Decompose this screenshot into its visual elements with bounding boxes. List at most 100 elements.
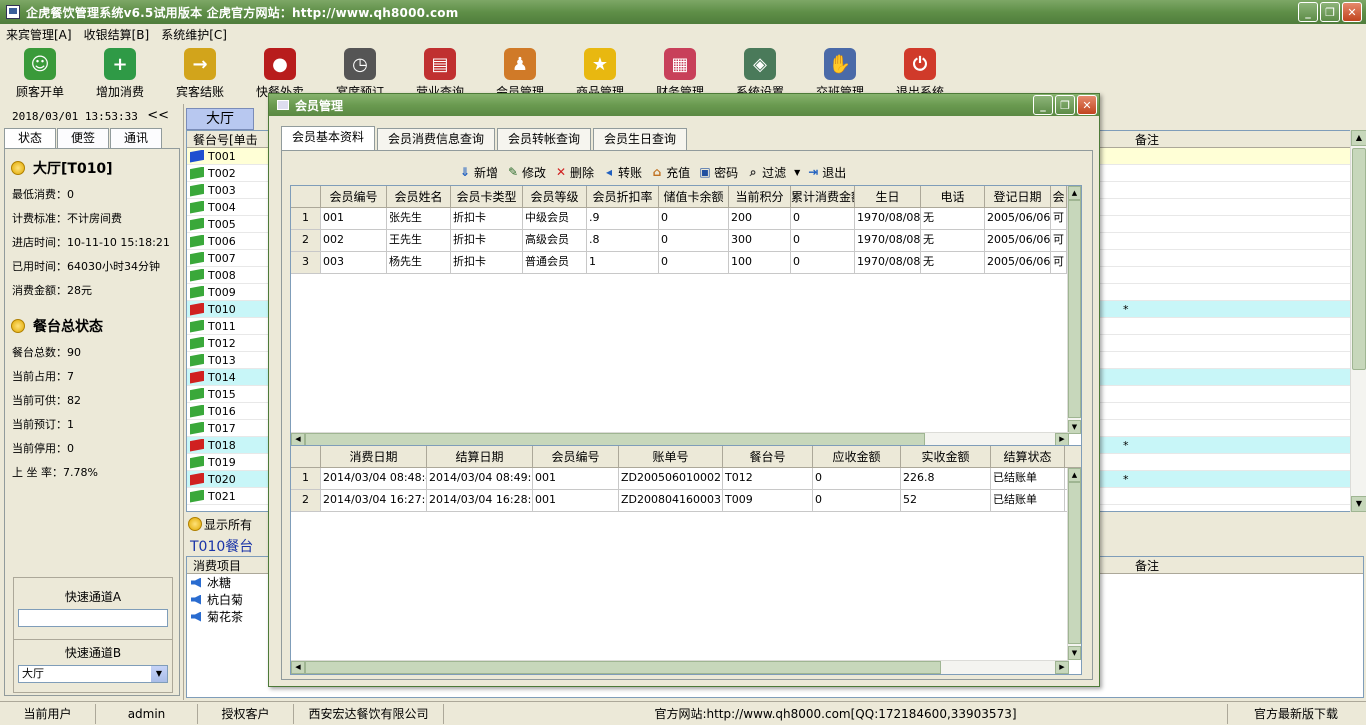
consume-vscroll[interactable]: ▲ ▼ [1067,468,1081,660]
toolbar-button-2[interactable]: → 宾客结账 [160,44,240,100]
dialog-maximize-button[interactable]: ❐ [1055,95,1075,115]
column-header[interactable]: 累计消费金额 [791,186,855,207]
minimize-button[interactable]: _ [1298,2,1318,22]
action-button-6[interactable]: ⌕ 过滤 [746,164,786,181]
dialog-title-bar[interactable]: 会员管理 _ ❐ ✕ [269,94,1099,116]
menu-cashier[interactable]: 收银结算[B] [78,26,156,43]
member-row[interactable]: 1 001 张先生 折扣卡 中级会员 .9 0 200 0 1970/08/08 无 2005/06/… [291,208,1081,230]
col-note2[interactable]: 备注 [1133,557,1159,574]
consume-row[interactable]: 22014/03/04 16:27:392014/03/04 16:28:390… [291,490,1081,512]
quick-b-select[interactable]: 大厅 ▼ [18,665,168,683]
column-header[interactable]: 储值卡余额 [659,186,729,207]
column-header[interactable]: 会 [1051,186,1067,207]
status-client: 西安宏达餐饮有限公司 [294,703,444,724]
col-table-number[interactable]: 餐台号[单击 [187,131,277,147]
column-header[interactable]: 账单号 [619,446,723,467]
show-all-button[interactable]: 显示所有 [188,516,252,533]
action-button-1[interactable]: ✎ 修改 [506,164,546,181]
scroll-thumb[interactable] [305,661,941,674]
column-header[interactable]: 会员卡类型 [451,186,523,207]
action-button-7[interactable]: ⇥ 退出 [806,164,846,181]
chevron-down-icon[interactable]: ▼ [151,666,167,682]
download-link[interactable]: 官方最新版下载 [1228,704,1364,724]
scroll-down-icon[interactable]: ▼ [1068,646,1081,660]
toolbar-button-1[interactable]: + 增加消费 [80,44,160,100]
tab-status[interactable]: 状态 [4,128,56,148]
column-header[interactable]: 消费日期 [321,446,427,467]
tab-member-transfer[interactable]: 会员转帐查询 [497,128,592,150]
table-code: T005 [208,217,236,231]
action-button-0[interactable]: ⇓ 新增 [458,164,498,181]
dialog-close-button[interactable]: ✕ [1077,95,1097,115]
member-row[interactable]: 2 002 王先生 折扣卡 高级会员 .8 0 300 0 1970/08/08 无 2005/06/… [291,230,1081,252]
col-note[interactable]: 备注 [1133,131,1159,148]
action-button-3[interactable]: ◂ 转账 [602,164,642,181]
scroll-thumb[interactable] [1068,200,1081,418]
toolbar-button-11[interactable]: ⏻ 退出系统 [880,44,960,100]
consume-hscroll[interactable]: ◀ ▶ [291,660,1069,674]
column-header[interactable]: 会员姓名 [387,186,451,207]
action-button-2[interactable]: ✕ 删除 [554,164,594,181]
column-header[interactable]: 生日 [855,186,921,207]
toolbar-button-4[interactable]: ◷ 宴席预订 [320,44,400,100]
table-grid-scrollbar[interactable]: ▲ ▼ [1350,130,1366,512]
toolbar-button-8[interactable]: ▦ 财务管理 [640,44,720,100]
close-button[interactable]: ✕ [1342,2,1362,22]
app-title-bar[interactable]: 企虎餐饮管理系统v6.5试用版本 企虎官方网站：http://www.qh800… [0,0,1366,24]
toolbar-button-6[interactable]: ♟ 会员管理 [480,44,560,100]
column-header[interactable]: 会员编号 [321,186,387,207]
toolbar-button-7[interactable]: ★ 商品管理 [560,44,640,100]
table-cell: 0 [791,252,855,273]
column-header[interactable]: 登记日期 [985,186,1051,207]
action-button-5[interactable]: ▣ 密码 [698,164,738,181]
scroll-up-icon[interactable]: ▲ [1068,186,1081,200]
column-header[interactable]: 应收金额 [813,446,901,467]
column-header[interactable]: 餐台号 [723,446,813,467]
dialog-minimize-button[interactable]: _ [1033,95,1053,115]
column-header[interactable]: 电话 [921,186,985,207]
column-header[interactable]: 当前积分 [729,186,791,207]
members-hscroll[interactable]: ◀ ▶ [291,432,1069,446]
toolbar-button-3[interactable]: ● 快餐外卖 [240,44,320,100]
column-header[interactable]: 会员等级 [523,186,587,207]
toolbar-button-0[interactable]: ☺ 顾客开单 [0,44,80,100]
member-row[interactable]: 3 003 杨先生 折扣卡 普通会员 1 0 100 0 1970/08/08 无 2005/06/0… [291,252,1081,274]
tab-contact[interactable]: 通讯 [110,128,162,148]
toolbar-button-5[interactable]: ▤ 营业查询 [400,44,480,100]
menu-guest[interactable]: 来宾管理[A] [0,26,78,43]
toolbar-button-9[interactable]: ◈ 系统设置 [720,44,800,100]
tab-notes[interactable]: 便签 [57,128,109,148]
column-header[interactable]: 结算状态 [991,446,1065,467]
column-header[interactable]: 结算日期 [427,446,533,467]
column-header[interactable] [291,186,321,207]
scroll-thumb[interactable] [1068,482,1081,644]
scroll-right-icon[interactable]: ▶ [1055,661,1069,674]
column-header[interactable] [291,446,321,467]
action-button-4[interactable]: ⌂ 充值 [650,164,690,181]
scroll-down-icon[interactable]: ▼ [1068,420,1081,434]
app-title: 企虎餐饮管理系统v6.5试用版本 企虎官方网站：http://www.qh800… [26,5,459,20]
scroll-up-icon[interactable]: ▲ [1068,468,1081,482]
column-header[interactable]: 会员折扣率 [587,186,659,207]
column-header[interactable]: 实收金额 [901,446,991,467]
column-header[interactable]: 会员编号 [533,446,619,467]
status-site[interactable]: 官方网站:http://www.qh8000.com[QQ:172184600,… [444,703,1228,724]
tab-hall[interactable]: 大厅 [186,108,254,130]
maximize-button[interactable]: ❐ [1320,2,1340,22]
scroll-thumb[interactable] [1352,148,1366,370]
item-name: 杭白菊 [207,593,244,607]
consume-row[interactable]: 12014/03/04 08:48:472014/03/04 08:49:190… [291,468,1081,490]
collapse-panel-button[interactable]: << [147,108,169,123]
scroll-left-icon[interactable]: ◀ [291,661,305,674]
scroll-up-icon[interactable]: ▲ [1351,130,1366,146]
tab-member-consume[interactable]: 会员消费信息查询 [377,128,496,150]
tab-member-basic[interactable]: 会员基本资料 [281,126,376,150]
members-vscroll[interactable]: ▲ ▼ [1067,186,1081,434]
menu-system[interactable]: 系统维护[C] [155,26,233,43]
scroll-down-icon[interactable]: ▼ [1351,496,1366,512]
show-all-label: 显示所有 [204,517,253,532]
chevron-down-icon[interactable]: ▼ [794,168,800,177]
tab-member-birthday[interactable]: 会员生日查询 [593,128,688,150]
quick-a-input[interactable] [18,609,168,627]
toolbar-button-10[interactable]: ✋ 交班管理 [800,44,880,100]
